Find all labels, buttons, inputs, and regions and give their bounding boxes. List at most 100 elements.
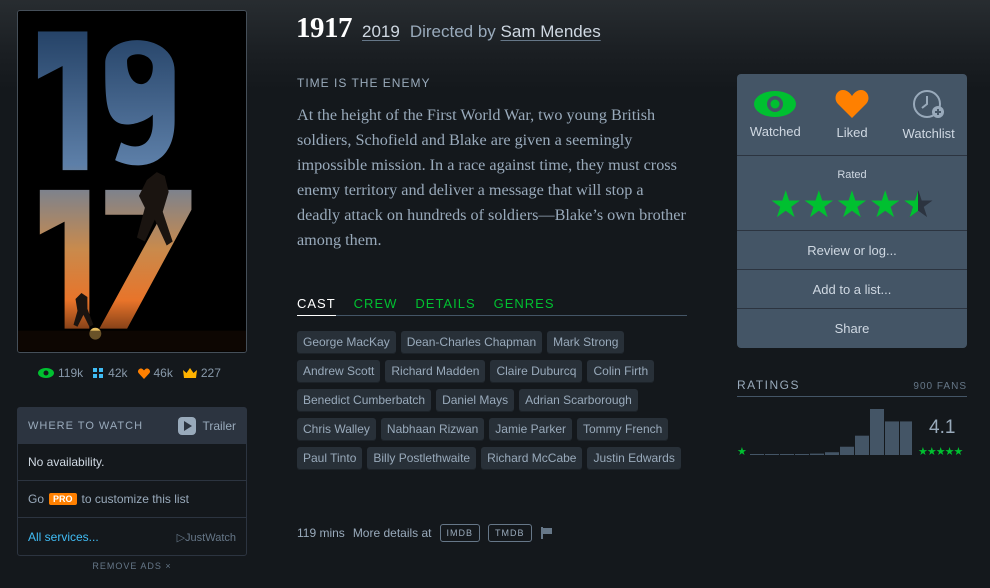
histogram-bar[interactable] <box>810 453 824 455</box>
likes-count: 46k <box>153 366 173 380</box>
top-count: 227 <box>200 366 221 380</box>
top-stat[interactable]: 227 <box>182 366 221 380</box>
tab-cast[interactable]: CAST <box>297 296 336 316</box>
cast-chip[interactable]: George MacKay <box>297 331 396 354</box>
histogram-bar[interactable] <box>765 454 779 455</box>
star-icon[interactable]: ★ <box>802 186 835 223</box>
star-icon[interactable]: ★ <box>869 186 902 223</box>
tab-details[interactable]: DETAILS <box>415 296 475 315</box>
poster-art <box>18 11 246 352</box>
directed-by: Directed by Sam Mendes <box>410 22 601 42</box>
film-title: 1917 <box>296 12 353 44</box>
tab-genres[interactable]: GENRES <box>494 296 555 315</box>
film-synopsis: At the height of the First World War, tw… <box>297 106 686 249</box>
histogram-bar[interactable] <box>825 452 839 455</box>
cast-chip[interactable]: Dean-Charles Chapman <box>400 331 543 354</box>
histogram-bar[interactable] <box>870 409 884 455</box>
cast-chip[interactable]: Richard McCabe <box>481 447 583 470</box>
lists-count: 42k <box>108 366 128 380</box>
more-details-label: More details at <box>352 526 432 540</box>
ratings-histogram[interactable] <box>750 408 912 456</box>
histogram-bar[interactable] <box>780 454 794 455</box>
share-button[interactable]: Share <box>737 309 967 348</box>
cast-chip[interactable]: Colin Firth <box>587 360 655 383</box>
cast-chip[interactable]: Chris Walley <box>297 418 376 441</box>
trailer-link[interactable]: Trailer <box>178 417 236 435</box>
runtime: 119 mins <box>297 526 345 540</box>
cast-chip[interactable]: Claire Duburcq <box>490 360 583 383</box>
fans-link[interactable]: 900 FANS <box>913 381 967 392</box>
histogram-bars <box>750 409 912 455</box>
average-rating[interactable]: 4.1 <box>929 417 955 439</box>
watchlist-clock-icon <box>912 90 944 118</box>
star-icon[interactable]: ★ <box>769 186 802 223</box>
services-row: All services... ▷JustWatch <box>18 518 246 556</box>
cast-list: George MacKay Dean-Charles Chapman Mark … <box>297 331 687 470</box>
film-poster[interactable] <box>17 10 247 353</box>
justwatch-icon: ▷ <box>176 531 186 544</box>
histogram-bar[interactable] <box>885 421 899 455</box>
heart-icon <box>835 90 869 118</box>
cast-chip[interactable]: Daniel Mays <box>436 389 515 412</box>
director-link[interactable]: Sam Mendes <box>501 22 601 41</box>
film-tagline: TIME IS THE ENEMY <box>297 76 431 90</box>
likes-stat[interactable]: 46k <box>137 366 173 380</box>
film-stats: 119k 42k 46k 227 <box>38 366 221 380</box>
lists-stat[interactable]: 42k <box>93 366 128 380</box>
cast-chip[interactable]: Tommy French <box>576 418 669 441</box>
high-stars-icon: ★★★★★ <box>918 446 963 458</box>
watched-button[interactable]: Watched <box>737 74 814 155</box>
half-star-icon[interactable]: ★ <box>902 186 935 223</box>
flag-icon[interactable] <box>540 526 554 540</box>
film-footer: 119 mins More details at IMDB TMDB <box>297 524 554 542</box>
actions-panel: Watched Liked Watchlist Rated ★ ★ ★ ★ ★ … <box>737 74 967 348</box>
where-to-watch-title: WHERE TO WATCH <box>28 420 144 432</box>
low-star-icon: ★ <box>737 446 747 458</box>
availability-row: No availability. <box>18 444 246 481</box>
histogram-bar[interactable] <box>750 454 764 455</box>
remove-ads-link[interactable]: REMOVE ADS × <box>17 561 247 571</box>
tmdb-link[interactable]: TMDB <box>488 524 532 542</box>
justwatch-label: JustWatch <box>185 531 236 544</box>
cast-chip[interactable]: Mark Strong <box>547 331 625 354</box>
watchlist-label: Watchlist <box>902 126 955 141</box>
eye-icon <box>754 91 797 117</box>
justwatch-link[interactable]: ▷JustWatch <box>177 531 236 544</box>
rating-stars[interactable]: ★ ★ ★ ★ ★ <box>769 186 935 223</box>
watched-label: Watched <box>749 124 801 139</box>
star-icon[interactable]: ★ <box>835 186 868 223</box>
cast-chip[interactable]: Adrian Scarborough <box>519 389 638 412</box>
cast-chip[interactable]: Billy Postlethwaite <box>367 447 477 470</box>
all-services-link[interactable]: All services... <box>28 530 99 544</box>
film-year-link[interactable]: 2019 <box>362 22 400 42</box>
tab-crew[interactable]: CREW <box>354 296 398 315</box>
review-button[interactable]: Review or log... <box>737 231 967 270</box>
cast-chip[interactable]: Andrew Scott <box>297 360 381 383</box>
info-tabs: CAST CREW DETAILS GENRES <box>297 296 687 316</box>
cast-chip[interactable]: Nabhaan Rizwan <box>380 418 485 441</box>
cast-chip[interactable]: Richard Madden <box>385 360 486 383</box>
watched-count: 119k <box>58 366 84 380</box>
go-prefix: Go <box>28 492 45 506</box>
watchlist-button[interactable]: Watchlist <box>890 74 967 155</box>
grid-icon <box>93 367 104 378</box>
pro-promo-row[interactable]: Go PRO to customize this list <box>18 481 246 518</box>
cast-chip[interactable]: Benedict Cumberbatch <box>297 389 432 412</box>
crown-icon <box>182 368 197 378</box>
play-icon <box>178 417 197 435</box>
liked-button[interactable]: Liked <box>814 74 891 155</box>
cast-chip[interactable]: Jamie Parker <box>489 418 572 441</box>
histogram-bar[interactable] <box>840 446 854 455</box>
film-header: 1917 2019 Directed by Sam Mendes <box>296 12 601 45</box>
where-to-watch-panel: WHERE TO WATCH Trailer No availability. … <box>17 407 247 556</box>
imdb-link[interactable]: IMDB <box>439 524 481 542</box>
add-to-list-button[interactable]: Add to a list... <box>737 270 967 309</box>
remove-ads-label: REMOVE ADS <box>92 561 162 571</box>
histogram-bar[interactable] <box>795 454 809 455</box>
close-icon: × <box>165 561 172 571</box>
histogram-bar[interactable] <box>900 421 912 455</box>
cast-chip[interactable]: Justin Edwards <box>587 447 681 470</box>
watched-stat[interactable]: 119k <box>38 366 83 380</box>
histogram-bar[interactable] <box>855 435 869 455</box>
cast-chip[interactable]: Paul Tinto <box>297 447 363 470</box>
